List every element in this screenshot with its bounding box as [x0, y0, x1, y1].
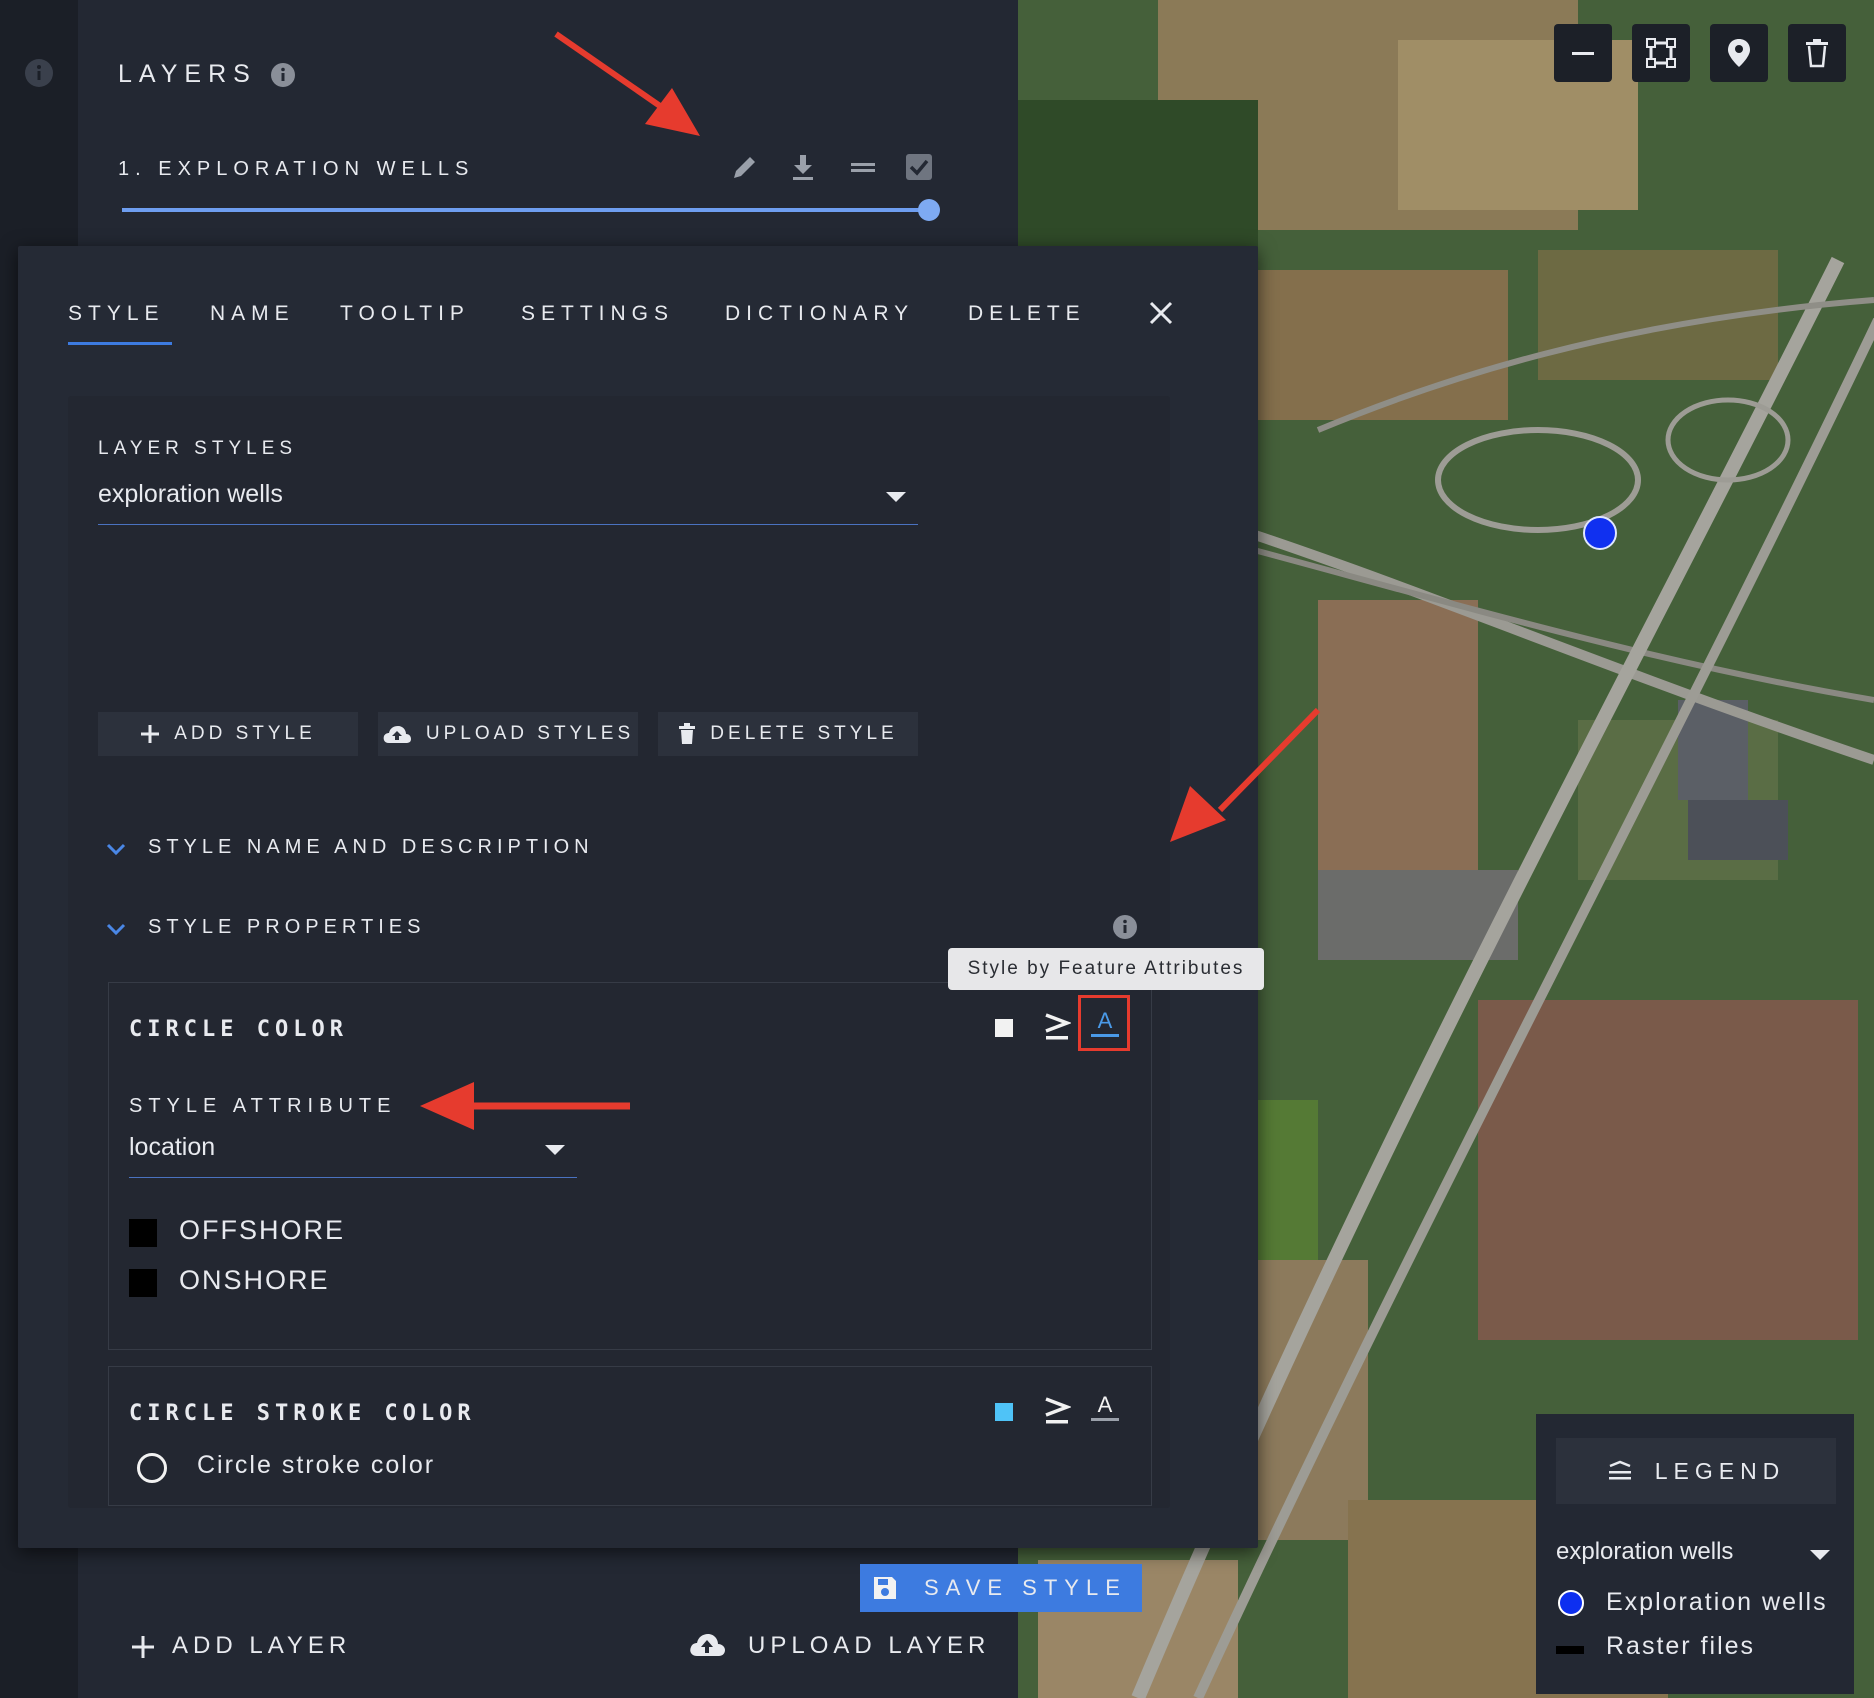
raster-files-legend-symbol: [1556, 1646, 1584, 1654]
delete-drawing-button[interactable]: [1788, 24, 1846, 82]
stroke-fixed-color-button[interactable]: [995, 1403, 1013, 1421]
upload-styles-label: UPLOAD STYLES: [425, 723, 635, 744]
chevron-down-icon: [1810, 1550, 1830, 1560]
onshore-color-swatch[interactable]: [129, 1269, 157, 1297]
layer-visibility-checkbox[interactable]: [904, 152, 934, 182]
polygon-icon: [1646, 38, 1676, 68]
cloud-upload-icon: [690, 1634, 725, 1656]
style-attribute-label: STYLE ATTRIBUTE: [129, 1095, 397, 1117]
opacity-slider-thumb[interactable]: [918, 199, 940, 221]
style-by-range-button[interactable]: [1043, 1011, 1071, 1043]
draw-line-button[interactable]: [1554, 24, 1612, 82]
svg-text:A: A: [1098, 1008, 1113, 1033]
well-point[interactable]: [1583, 516, 1617, 550]
floppy-disk-icon: [874, 1577, 896, 1599]
chevron-down-icon: [545, 1145, 565, 1155]
opacity-slider-track[interactable]: [122, 208, 936, 212]
legend-title: LEGEND: [1654, 1457, 1786, 1484]
chevron-down-icon: [886, 492, 906, 502]
style-properties-section-title: STYLE PROPERTIES: [148, 916, 426, 938]
stroke-style-by-attribute-button[interactable]: A: [1089, 1391, 1121, 1423]
layers-title: LAYERS: [118, 60, 257, 88]
layer-style-select[interactable]: exploration wells: [98, 472, 918, 525]
legend-layer-value: exploration wells: [1556, 1538, 1734, 1565]
download-icon: [793, 155, 813, 180]
draw-polygon-button[interactable]: [1632, 24, 1690, 82]
tab-dictionary[interactable]: DICTIONARY: [725, 302, 914, 326]
exploration-wells-legend-label: Exploration wells: [1606, 1588, 1828, 1616]
layers-stack-icon: [1608, 1460, 1631, 1480]
add-layer-label: ADD LAYER: [172, 1632, 352, 1659]
layer-styles-label: LAYER STYLES: [98, 438, 298, 459]
layers-info-icon[interactable]: [270, 62, 296, 88]
circle-stroke-color-card: CIRCLE STROKE COLOR A Circle stroke colo…: [108, 1366, 1152, 1506]
tab-delete[interactable]: DELETE: [968, 302, 1086, 326]
greater-equal-icon: [1045, 1013, 1071, 1040]
plus-icon: [141, 725, 160, 743]
upload-styles-button[interactable]: UPLOAD STYLES: [378, 712, 638, 756]
fixed-color-button[interactable]: [995, 1019, 1013, 1037]
edit-layer-button[interactable]: [730, 152, 760, 182]
trash-icon: [679, 723, 696, 744]
style-name-section-title: STYLE NAME AND DESCRIPTION: [148, 836, 594, 858]
delete-style-button[interactable]: DELETE STYLE: [658, 712, 918, 756]
circle-stroke-title: CIRCLE STROKE COLOR: [129, 1401, 476, 1426]
draw-point-button[interactable]: [1710, 24, 1768, 82]
chevron-down-icon: [106, 923, 126, 936]
map-pin-icon: [1728, 39, 1750, 67]
plus-icon: [132, 1636, 154, 1658]
legend-panel: LEGEND exploration wells Exploration wel…: [1536, 1414, 1854, 1694]
circle-stroke-label: Circle stroke color: [197, 1451, 436, 1479]
close-dialog-button[interactable]: [1148, 300, 1174, 326]
offshore-color-swatch[interactable]: [129, 1219, 157, 1247]
style-attribute-value: location: [129, 1133, 216, 1161]
tab-settings[interactable]: SETTINGS: [521, 302, 674, 326]
active-tab-indicator: [68, 342, 172, 345]
stroke-style-by-range-button[interactable]: [1043, 1395, 1071, 1427]
text-attribute-icon: A: [1091, 1008, 1119, 1037]
add-style-label: ADD STYLE: [174, 723, 316, 744]
checkbox-checked-icon: [906, 154, 932, 180]
exploration-wells-legend-symbol: [1558, 1590, 1584, 1616]
drag-handle[interactable]: [848, 152, 878, 182]
layer-style-value: exploration wells: [98, 480, 283, 508]
offshore-label: OFFSHORE: [179, 1215, 346, 1245]
circle-color-card: CIRCLE COLOR A STYLE ATTRIBUTE location …: [108, 982, 1152, 1350]
raster-files-legend-label: Raster files: [1606, 1632, 1756, 1660]
add-style-button[interactable]: ADD STYLE: [98, 712, 358, 756]
layer-style-dialog: STYLE NAME TOOLTIP SETTINGS DICTIONARY D…: [18, 246, 1258, 1612]
info-icon[interactable]: [24, 58, 54, 88]
svg-text:A: A: [1098, 1392, 1113, 1417]
save-style-label: SAVE STYLE: [924, 1575, 1127, 1600]
close-icon: [1149, 301, 1173, 325]
download-layer-button[interactable]: [788, 152, 818, 182]
save-style-button[interactable]: SAVE STYLE: [860, 1564, 1142, 1612]
trash-icon: [1806, 39, 1828, 68]
pencil-icon: [734, 157, 755, 178]
minus-icon: [1572, 52, 1594, 55]
tab-style[interactable]: STYLE: [68, 302, 165, 326]
tab-tooltip[interactable]: TOOLTIP: [340, 302, 470, 326]
delete-style-label: DELETE STYLE: [710, 723, 898, 744]
properties-info-icon[interactable]: [1112, 914, 1138, 940]
legend-layer-select[interactable]: exploration wells: [1556, 1536, 1836, 1572]
layer-name[interactable]: 1. EXPLORATION WELLS: [118, 158, 474, 181]
onshore-label: ONSHORE: [179, 1265, 330, 1295]
circle-color-title: CIRCLE COLOR: [129, 1017, 348, 1042]
tab-name[interactable]: NAME: [210, 302, 295, 326]
greater-equal-icon: [1045, 1397, 1071, 1424]
stroke-color-circle[interactable]: [137, 1453, 167, 1483]
chevron-down-icon: [106, 843, 126, 856]
drag-handle-icon: [851, 163, 875, 172]
style-attribute-select[interactable]: location: [129, 1125, 577, 1178]
style-by-attribute-button[interactable]: A: [1089, 1007, 1121, 1039]
cloud-upload-icon: [383, 726, 411, 743]
upload-layer-label: UPLOAD LAYER: [748, 1632, 991, 1659]
style-by-attribute-tooltip: Style by Feature Attributes: [948, 948, 1264, 990]
legend-toggle-button[interactable]: LEGEND: [1556, 1438, 1836, 1504]
text-attribute-icon: A: [1091, 1392, 1119, 1421]
